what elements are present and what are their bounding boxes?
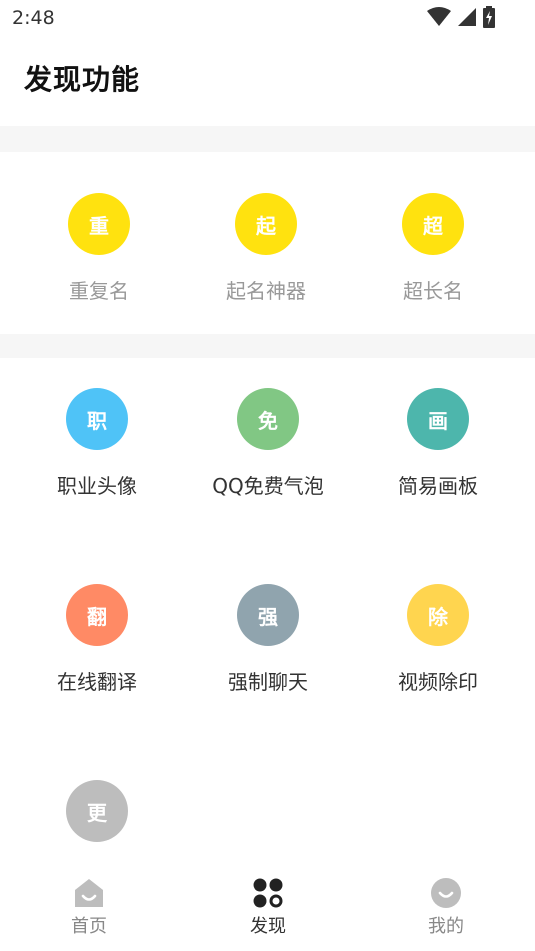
- qq-bubble-icon: 免: [237, 388, 299, 450]
- remove-watermark-icon: 除: [407, 584, 469, 646]
- feature-label: 超长名: [403, 279, 463, 303]
- feature-item-name-generator[interactable]: 起 起名神器: [181, 193, 351, 304]
- battery-charging-icon: [483, 6, 495, 28]
- force-chat-icon: 强: [237, 584, 299, 646]
- feature-item-drawing-board[interactable]: 画 简易画板: [353, 388, 523, 499]
- feature-item-qq-bubble[interactable]: 免 QQ免费气泡: [183, 388, 353, 499]
- nav-item-discover[interactable]: 发现: [208, 876, 328, 938]
- page-title: 发现功能: [24, 63, 141, 96]
- name-generator-icon: 起: [235, 193, 297, 255]
- status-icons: [427, 6, 495, 28]
- duplicate-name-icon: 重: [68, 193, 130, 255]
- home-icon: [75, 879, 103, 907]
- feature-label: 重复名: [69, 279, 129, 303]
- nav-label-home: 首页: [71, 916, 107, 937]
- signal-icon: [458, 8, 476, 26]
- feature-label: 视频除印: [398, 670, 478, 694]
- section-divider: [0, 126, 535, 152]
- status-bar: 2:48: [0, 0, 535, 36]
- discover-icon: [253, 878, 283, 908]
- feature-label: 强制聊天: [228, 670, 308, 694]
- feature-label: QQ免费气泡: [212, 474, 324, 498]
- translate-icon: 翻: [66, 584, 128, 646]
- feature-item-remove-watermark[interactable]: 除 视频除印: [353, 584, 523, 695]
- drawing-board-icon: 画: [407, 388, 469, 450]
- section-divider: [0, 334, 535, 358]
- wifi-icon: [427, 7, 451, 26]
- more-icon: 更: [66, 780, 128, 842]
- status-time: 2:48: [12, 7, 55, 29]
- nav-item-home[interactable]: 首页: [29, 876, 149, 938]
- feature-label: 起名神器: [226, 279, 306, 303]
- long-name-icon: 超: [402, 193, 464, 255]
- feature-item-duplicate-name[interactable]: 重 重复名: [14, 193, 184, 304]
- feature-label: 职业头像: [57, 474, 137, 498]
- feature-label: 简易画板: [398, 474, 478, 498]
- feature-item-professional-avatar[interactable]: 职 职业头像: [12, 388, 182, 499]
- nav-label-profile: 我的: [428, 916, 464, 937]
- bottom-nav: 首页 发现 我的: [0, 862, 535, 951]
- feature-item-long-name[interactable]: 超 超长名: [348, 193, 518, 304]
- nav-item-profile[interactable]: 我的: [386, 876, 506, 938]
- feature-item-more[interactable]: 更: [12, 780, 182, 862]
- feature-item-force-chat[interactable]: 强 强制聊天: [183, 584, 353, 695]
- nav-label-discover: 发现: [250, 916, 286, 937]
- profile-icon: [431, 878, 461, 908]
- feature-label: 在线翻译: [57, 670, 137, 694]
- feature-item-translate[interactable]: 翻 在线翻译: [12, 584, 182, 695]
- professional-avatar-icon: 职: [66, 388, 128, 450]
